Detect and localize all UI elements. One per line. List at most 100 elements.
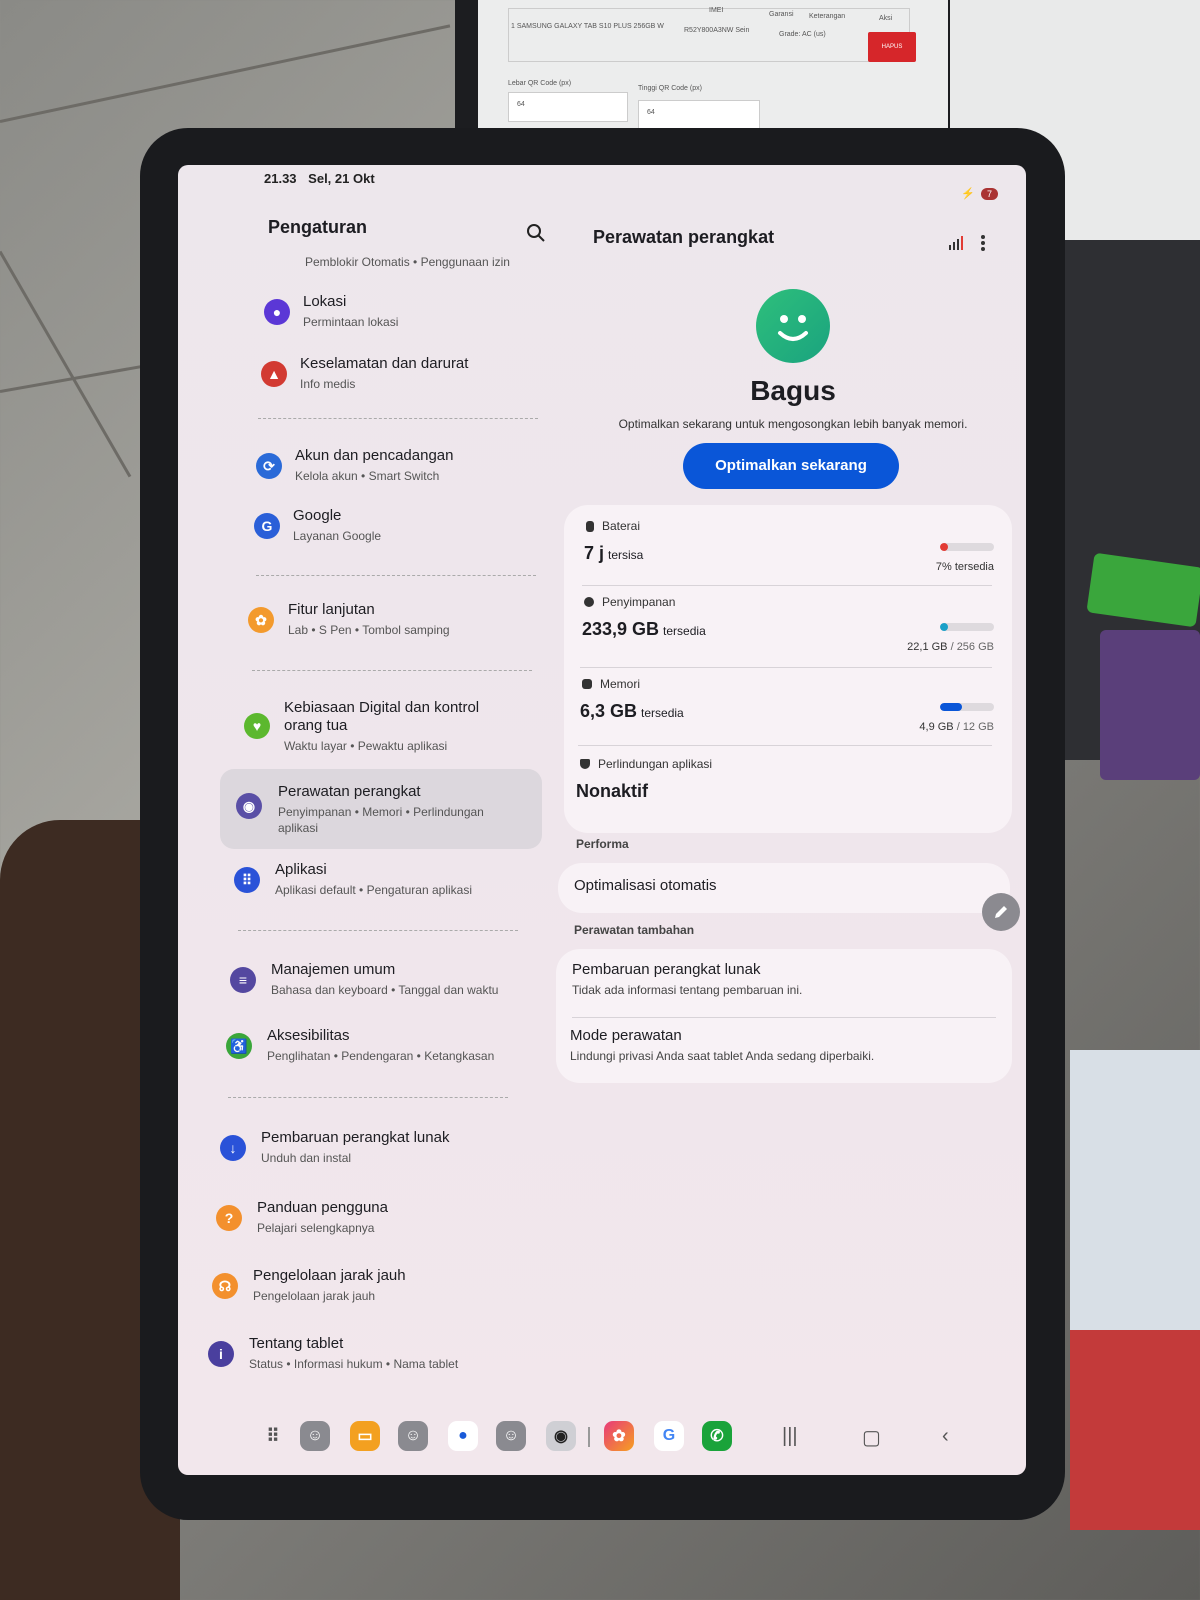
messages-icon[interactable]: ● <box>448 1421 478 1451</box>
menu-item-akun[interactable]: ⟳ Akun dan pencadangan Kelola akun • Sma… <box>254 447 594 487</box>
battery-label: Baterai <box>586 519 640 533</box>
android-app-icon[interactable]: ☺ <box>398 1421 428 1451</box>
menu-item-aksesibilitas[interactable]: ♿ Aksesibilitas Penglihatan • Pendengara… <box>226 1027 566 1067</box>
menu-item-title: Kebiasaan Digital dan kontrol <box>284 699 480 716</box>
monitor-header: Garansi <box>769 11 794 18</box>
back-icon[interactable]: ‹ <box>942 1425 949 1448</box>
maintenance-mode-sub: Lindungi privasi Anda saat tablet Anda s… <box>570 1049 875 1063</box>
status-icons: ⚡ 7 <box>961 187 998 200</box>
wellbeing-icon: ♥ <box>244 713 270 739</box>
monitor-table: IMEI Garansi Keterangan Aksi 1 SAMSUNG G… <box>508 7 910 62</box>
menu-item-google[interactable]: G Google Layanan Google <box>252 507 592 547</box>
sync-icon: ⟳ <box>256 453 282 479</box>
gallery-icon[interactable]: ✿ <box>604 1421 634 1451</box>
maintenance-mode-row[interactable]: Mode perawatan Lindungi privasi Anda saa… <box>554 1017 1012 1083</box>
headset-icon: ☊ <box>212 1273 238 1299</box>
menu-item-sub: Bahasa dan keyboard • Tanggal dan waktu <box>271 983 499 997</box>
monitor-qr-height-field: 64 <box>638 100 760 130</box>
battery-row[interactable]: Baterai 7 j tersisa 7% tersedia <box>564 505 1012 587</box>
location-icon: ● <box>264 299 290 325</box>
app-drawer-icon[interactable]: ⠿ <box>258 1421 288 1451</box>
battery-note: 7% tersedia <box>935 561 994 573</box>
search-icon[interactable] <box>526 223 546 243</box>
menu-item-aplikasi[interactable]: ⠿ Aplikasi Aplikasi default • Pengaturan… <box>234 861 574 901</box>
menu-item-lokasi[interactable]: ● Lokasi Permintaan lokasi <box>262 293 602 333</box>
menu-item-kebiasaan-digital[interactable]: ♥ Kebiasaan Digital dan kontrol orang tu… <box>242 699 582 759</box>
storage-label-text: Penyimpanan <box>602 595 676 609</box>
status-time: 21.33 <box>264 171 297 186</box>
divider <box>252 670 532 671</box>
guide-icon: ? <box>216 1205 242 1231</box>
menu-item-title: Google <box>293 507 342 524</box>
monitor-qr-width-label: Lebar QR Code (px) <box>508 80 572 87</box>
android-app-icon[interactable]: ☺ <box>300 1421 330 1451</box>
home-icon[interactable]: ▢ <box>862 1425 881 1450</box>
background-package <box>1070 1330 1200 1530</box>
divider <box>238 930 518 931</box>
storage-bar <box>940 623 994 631</box>
monitor-row: 1 SAMSUNG GALAXY TAB S10 PLUS 256GB W <box>511 23 664 30</box>
menu-item-pembaruan[interactable]: ↓ Pembaruan perangkat lunak Unduh dan in… <box>220 1129 560 1169</box>
recent-apps-icon[interactable]: ||| <box>782 1425 798 1448</box>
menu-item-fitur-lanjutan[interactable]: ✿ Fitur lanjutan Lab • S Pen • Tombol sa… <box>248 601 588 641</box>
app-protection-label: Perlindungan aplikasi <box>580 757 712 771</box>
monitor-row: R52Y800A3NW Sein <box>684 27 750 34</box>
camera-icon[interactable]: ◉ <box>546 1421 576 1451</box>
smile-face-icon <box>778 315 808 341</box>
divider <box>228 1097 508 1098</box>
storage-total: / 256 GB <box>950 641 994 653</box>
edit-fab[interactable] <box>982 893 1020 931</box>
google-icon[interactable]: G <box>654 1421 684 1451</box>
dock-separator <box>588 1427 590 1447</box>
battery-badge: 7 <box>980 187 998 200</box>
android-app-icon[interactable]: ☺ <box>496 1421 526 1451</box>
menu-item-sub: Lab • S Pen • Tombol samping <box>288 623 450 637</box>
maintenance-mode-title: Mode perawatan <box>570 1027 682 1044</box>
my-files-icon[interactable]: ▭ <box>350 1421 380 1451</box>
software-update-sub: Tidak ada informasi tentang pembaruan in… <box>572 983 803 997</box>
menu-item-sub: Aplikasi default • Pengaturan aplikasi <box>275 883 472 897</box>
auto-optimize-card[interactable]: Optimalisasi otomatis <box>558 863 1010 913</box>
menu-item-title: Aplikasi <box>275 861 327 878</box>
phone-icon[interactable]: ✆ <box>702 1421 732 1451</box>
signal-bars-icon[interactable] <box>948 235 964 251</box>
monitor-screen: IMEI Garansi Keterangan Aksi 1 SAMSUNG G… <box>478 0 948 132</box>
smile-status-icon <box>756 289 830 363</box>
optimize-now-button[interactable]: Optimalkan sekarang <box>683 443 899 489</box>
menu-item-manajemen-umum[interactable]: ≡ Manajemen umum Bahasa dan keyboard • T… <box>230 961 570 1001</box>
menu-item-sub: Info medis <box>300 377 356 391</box>
menu-item-title: Pembaruan perangkat lunak <box>261 1129 450 1146</box>
background-package <box>1070 1050 1200 1340</box>
menu-item-perawatan-perangkat[interactable]: ◉ Perawatan perangkat Penyimpanan • Memo… <box>220 769 542 849</box>
software-update-title: Pembaruan perangkat lunak <box>572 961 761 978</box>
accessibility-icon: ♿ <box>226 1033 252 1059</box>
storage-value: 233,9 GB tersedia <box>582 619 706 640</box>
more-options-icon[interactable] <box>978 233 988 253</box>
menu-item-title: orang tua <box>284 717 348 734</box>
monitor-qr-height: 64 <box>647 109 655 116</box>
app-protection-row[interactable]: Perlindungan aplikasi Nonaktif <box>560 749 1012 829</box>
menu-item-panduan[interactable]: ? Panduan pengguna Pelajari selengkapnya <box>216 1199 556 1239</box>
storage-row[interactable]: Penyimpanan 233,9 GB tersedia 22,1 GB / 2… <box>564 587 1012 667</box>
software-update-row[interactable]: Pembaruan perangkat lunak Tidak ada info… <box>556 949 1012 1015</box>
battery-label-text: Baterai <box>602 519 641 533</box>
monitor-header: Keterangan <box>809 13 846 20</box>
memory-row[interactable]: Memori 6,3 GB tersedia 4,9 GB / 12 GB <box>562 669 1012 747</box>
menu-item-sub: Pengelolaan jarak jauh <box>253 1289 376 1303</box>
menu-item-title: Panduan pengguna <box>257 1199 388 1216</box>
menu-item-sub: Layanan Google <box>293 529 382 543</box>
menu-item-sub: Unduh dan instal <box>261 1151 352 1165</box>
tablet-screen: 21.33 Sel, 21 Okt ⚡ 7 Pengaturan Pemblok… <box>178 165 1026 1475</box>
memory-chip-icon <box>582 679 592 689</box>
performance-section-title: Performa <box>576 837 629 851</box>
device-care-title: Perawatan perangkat <box>593 227 775 247</box>
menu-item-pengelolaan-jarak-jauh[interactable]: ☊ Pengelolaan jarak jauh Pengelolaan jar… <box>212 1267 552 1307</box>
info-icon: i <box>208 1341 234 1367</box>
monitor-header: IMEI <box>709 7 724 14</box>
memory-bar <box>940 703 994 711</box>
menu-item-tentang-tablet[interactable]: i Tentang tablet Status • Informasi huku… <box>208 1335 548 1375</box>
menu-item-title: Pengelolaan jarak jauh <box>253 1267 406 1284</box>
menu-item-title: Tentang tablet <box>249 1335 344 1352</box>
settings-title: Pengaturan <box>268 217 368 237</box>
menu-item-keselamatan[interactable]: ▲ Keselamatan dan darurat Info medis <box>258 355 598 395</box>
